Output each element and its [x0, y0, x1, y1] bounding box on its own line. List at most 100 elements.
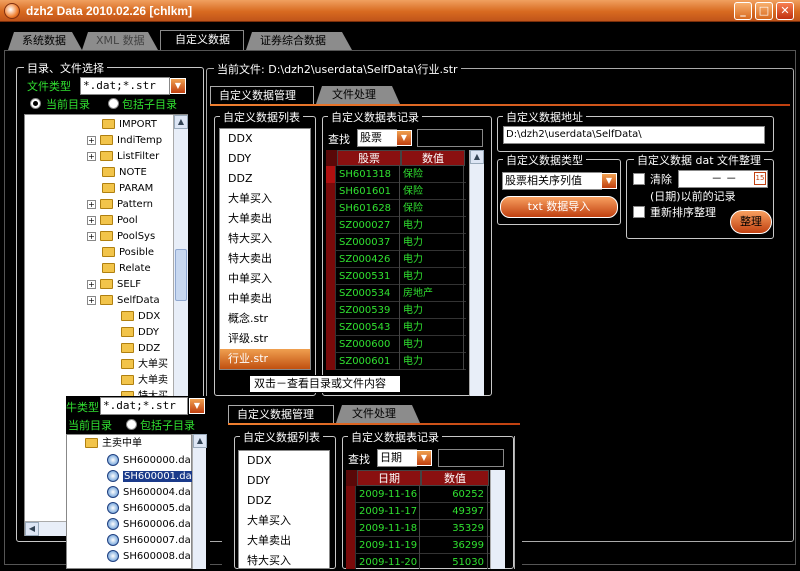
- records-scroll-up-icon[interactable]: ▲: [470, 150, 484, 164]
- expand-icon[interactable]: +: [87, 135, 96, 145]
- overlay-table-row[interactable]: 2009-11-17 49397: [346, 503, 490, 520]
- overlay-file-item[interactable]: SH600005.da: [107, 501, 191, 517]
- tree-subitem[interactable]: DDX: [121, 309, 160, 325]
- tree-item[interactable]: + SELF: [87, 277, 141, 293]
- maximize-button[interactable]: □: [755, 2, 773, 20]
- data-list-item[interactable]: 行业.str: [220, 349, 310, 369]
- table-row[interactable]: SZ000543 电力: [326, 319, 466, 336]
- header-stock[interactable]: 股票: [337, 150, 401, 166]
- overlay-list-item[interactable]: 大单买入: [239, 511, 329, 531]
- overlay-list-item[interactable]: 大单卖出: [239, 531, 329, 551]
- tree-item[interactable]: IMPORT: [102, 117, 157, 133]
- data-list-item[interactable]: 概念.str: [220, 309, 310, 329]
- overlay-file-item[interactable]: SH600000.da: [107, 453, 191, 469]
- table-row[interactable]: SZ000534 房地产: [326, 285, 466, 302]
- overlay-file-item[interactable]: SH600007.da: [107, 533, 191, 549]
- header-value[interactable]: 数值: [401, 150, 465, 166]
- table-row[interactable]: SH601628 保险: [326, 200, 466, 217]
- tree-item[interactable]: Posible: [102, 245, 154, 261]
- data-list-item[interactable]: 特大卖出: [220, 249, 310, 269]
- tree-item[interactable]: + ListFilter: [87, 149, 159, 165]
- overlay-tree-vscrollbar[interactable]: ▲: [192, 434, 207, 569]
- overlay-table-row[interactable]: 2009-11-19 36299: [346, 537, 490, 554]
- table-row[interactable]: SZ000037 电力: [326, 234, 466, 251]
- tree-subitem[interactable]: DDZ: [121, 341, 160, 357]
- records-grid[interactable]: 股票 数值 SH601318 保险 SH601601 保险 SH601628 保险 SZ00…: [326, 150, 486, 396]
- overlay-file-item[interactable]: SH600004.da: [107, 485, 191, 501]
- table-row[interactable]: SZ000027 电力: [326, 217, 466, 234]
- overlay-search-field-select[interactable]: 日期: [377, 449, 417, 467]
- type-dropdown-icon[interactable]: ▼: [601, 173, 617, 189]
- tree-item[interactable]: Relate: [102, 261, 151, 277]
- overlay-data-list[interactable]: DDX DDY DDZ 大单买入 大单卖出 特大买入: [238, 450, 330, 569]
- resort-checkbox[interactable]: [633, 206, 645, 218]
- overlay-file-item[interactable]: SH600001.da: [107, 469, 193, 485]
- expand-icon[interactable]: +: [87, 199, 96, 209]
- radio-subdir[interactable]: [108, 98, 119, 109]
- subtab-file-process[interactable]: 文件处理: [316, 86, 400, 104]
- subtab-data-manage[interactable]: 自定义数据管理: [210, 86, 314, 104]
- overlay-records-grid[interactable]: 日期 数值 2009-11-16 60252 2009-11-17 49397 2009…: [346, 470, 506, 569]
- table-row[interactable]: SH601318 保险: [326, 166, 466, 183]
- close-button[interactable]: ✕: [776, 2, 794, 20]
- tree-subitem[interactable]: DDY: [121, 325, 159, 341]
- filetype-input[interactable]: *.dat;*.str: [80, 77, 170, 95]
- address-input[interactable]: D:\dzh2\userdata\SelfData\: [503, 126, 765, 144]
- overlay-subtab-file-process[interactable]: 文件处理: [336, 405, 420, 423]
- table-row[interactable]: SZ000531 电力: [326, 268, 466, 285]
- overlay-search-input[interactable]: [438, 449, 504, 467]
- overlay-file-tree[interactable]: 主卖中单 SH600000.da SH600001.da SH600004.da SH6…: [66, 434, 193, 569]
- tree-scroll-thumb[interactable]: [175, 249, 187, 301]
- data-list-item[interactable]: 特大买入: [220, 229, 310, 249]
- overlay-list-item[interactable]: 特大买入: [239, 551, 329, 571]
- data-list-item[interactable]: 大单卖出: [220, 209, 310, 229]
- expand-icon[interactable]: +: [87, 295, 96, 305]
- tab-system-data[interactable]: 系统数据: [8, 32, 82, 50]
- tab-custom-data[interactable]: 自定义数据: [160, 30, 244, 50]
- minimize-button[interactable]: _: [734, 2, 752, 20]
- filetype-dropdown-icon[interactable]: ▼: [170, 78, 186, 94]
- overlay-file-item[interactable]: SH600008.da: [107, 549, 191, 565]
- records-vscrollbar[interactable]: ▲: [469, 150, 484, 396]
- radio-current-dir[interactable]: [30, 98, 41, 109]
- expand-icon[interactable]: +: [87, 279, 96, 289]
- scroll-up-icon[interactable]: ▲: [174, 115, 188, 129]
- organize-button[interactable]: 整理: [730, 210, 772, 234]
- overlay-folder-item[interactable]: 主卖中单: [85, 436, 142, 452]
- overlay-file-item[interactable]: SH600006.da: [107, 517, 191, 533]
- tab-xml-data[interactable]: XML 数据: [82, 32, 158, 50]
- scroll-left-icon[interactable]: ◀: [25, 522, 39, 536]
- overlay-table-row[interactable]: 2009-11-18 35329: [346, 520, 490, 537]
- data-list-item[interactable]: DDZ: [220, 169, 310, 189]
- search-input[interactable]: [417, 129, 483, 147]
- search-field-select[interactable]: 股票: [357, 129, 397, 147]
- data-list-item[interactable]: 大单买入: [220, 189, 310, 209]
- expand-icon[interactable]: +: [87, 151, 96, 161]
- expand-icon[interactable]: +: [87, 215, 96, 225]
- clear-checkbox[interactable]: [633, 173, 645, 185]
- overlay-filetype-dropdown-icon[interactable]: ▼: [189, 398, 205, 414]
- data-list-item[interactable]: 评级.str: [220, 329, 310, 349]
- overlay-subtab-data-manage[interactable]: 自定义数据管理: [228, 405, 334, 423]
- overlay-table-row[interactable]: 2009-11-16 60252: [346, 486, 490, 503]
- type-select[interactable]: 股票相关序列值: [502, 172, 602, 190]
- overlay-filetype-input[interactable]: *.dat;*.str: [100, 397, 188, 415]
- data-list-item[interactable]: DDX: [220, 129, 310, 149]
- tree-item[interactable]: + Pattern: [87, 197, 153, 213]
- table-row[interactable]: SH601601 保险: [326, 183, 466, 200]
- overlay-scroll-up-icon[interactable]: ▲: [193, 434, 207, 448]
- overlay-list-item[interactable]: DDX: [239, 451, 329, 471]
- overlay-radio-subdir[interactable]: [126, 419, 137, 430]
- table-row[interactable]: SZ000601 电力: [326, 353, 466, 370]
- data-list-item[interactable]: 中单卖出: [220, 289, 310, 309]
- search-field-dropdown-icon[interactable]: ▼: [396, 130, 412, 146]
- expand-icon[interactable]: +: [87, 231, 96, 241]
- table-row[interactable]: SZ000600 电力: [326, 336, 466, 353]
- data-list-item[interactable]: 中单买入: [220, 269, 310, 289]
- tree-subitem[interactable]: 大单买: [121, 357, 168, 373]
- table-row[interactable]: SZ000426 电力: [326, 251, 466, 268]
- table-row[interactable]: SZ000539 电力: [326, 302, 466, 319]
- overlay-table-row[interactable]: 2009-11-20 51030: [346, 554, 490, 569]
- overlay-list-item[interactable]: DDZ: [239, 491, 329, 511]
- tree-item[interactable]: + Pool: [87, 213, 138, 229]
